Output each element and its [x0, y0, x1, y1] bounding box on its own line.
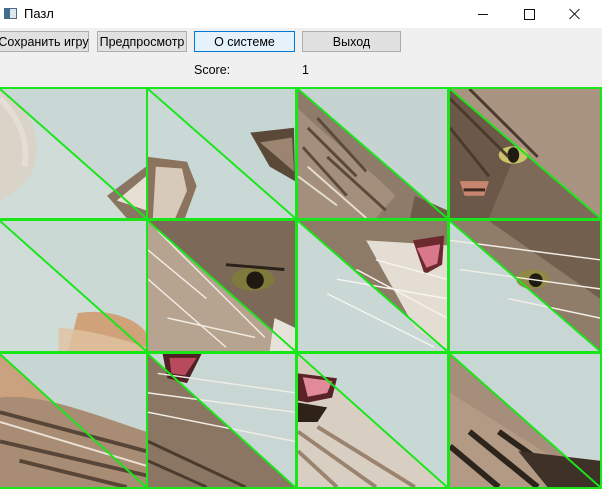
- puzzle-tile[interactable]: [296, 87, 449, 220]
- close-icon: [569, 8, 581, 20]
- close-button[interactable]: [552, 0, 598, 28]
- minimize-button[interactable]: [460, 0, 506, 28]
- title-bar: Пазл: [0, 0, 602, 28]
- puzzle-tile[interactable]: [146, 87, 297, 220]
- puzzle-tile[interactable]: [0, 87, 148, 220]
- puzzle-tile[interactable]: [448, 352, 602, 489]
- save-game-button[interactable]: Сохранить игру: [0, 31, 89, 52]
- puzzle-tile[interactable]: [0, 352, 148, 489]
- preview-button[interactable]: Предпросмотр: [97, 31, 187, 52]
- maximize-icon: [523, 8, 535, 20]
- puzzle-tile[interactable]: [448, 87, 602, 220]
- exit-button[interactable]: Выход: [302, 31, 401, 52]
- app-window-icon: [4, 8, 17, 19]
- about-button[interactable]: О системе: [194, 31, 295, 52]
- puzzle-tile[interactable]: [296, 352, 449, 489]
- puzzle-tile[interactable]: [146, 352, 297, 489]
- puzzle-tile[interactable]: [448, 219, 602, 353]
- puzzle-board: [0, 85, 602, 489]
- puzzle-tile[interactable]: [296, 219, 449, 353]
- window-title: Пазл: [24, 6, 54, 21]
- minimize-icon: [478, 13, 488, 15]
- puzzle-tile[interactable]: [0, 219, 148, 353]
- score-value: 1: [302, 63, 309, 77]
- puzzle-window: Пазл Сохранить игру Предпросмотр О систе…: [0, 0, 602, 489]
- maximize-button[interactable]: [506, 0, 552, 28]
- score-label: Score:: [194, 63, 231, 77]
- puzzle-tile[interactable]: [146, 219, 297, 353]
